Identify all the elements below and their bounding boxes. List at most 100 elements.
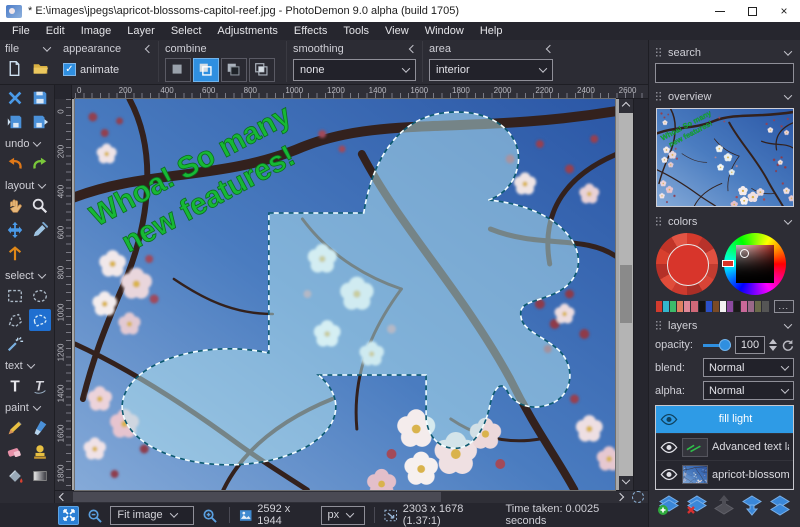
open-image-button[interactable] <box>28 57 52 79</box>
vscroll-thumb[interactable] <box>620 265 632 323</box>
text-group-header[interactable]: text <box>5 357 54 374</box>
drag-handle-icon[interactable] <box>655 47 662 58</box>
drag-handle-icon[interactable] <box>655 91 662 102</box>
fill-tool-button[interactable] <box>4 465 26 487</box>
delete-layer-button[interactable] <box>684 494 710 522</box>
combine-add-button[interactable] <box>193 58 219 82</box>
color-history-wheel[interactable] <box>656 233 718 295</box>
blend-dropdown[interactable]: Normal <box>703 358 794 377</box>
canvas-navigator-icon[interactable] <box>632 491 644 503</box>
area-dropdown[interactable]: interior <box>429 59 553 81</box>
panel-splitter[interactable] <box>633 99 648 490</box>
select-rectangle-button[interactable] <box>4 285 26 307</box>
color-swatch-9[interactable] <box>720 301 726 312</box>
opacity-stepper[interactable] <box>769 339 777 351</box>
menu-layer[interactable]: Layer <box>119 23 163 39</box>
scroll-down-icon[interactable] <box>619 476 633 490</box>
measure-tool-button[interactable] <box>4 243 26 265</box>
smoothing-dropdown[interactable]: none <box>293 59 416 81</box>
move-layer-down-button[interactable] <box>739 494 765 522</box>
color-swatch-2[interactable] <box>670 301 676 312</box>
layer-visibility-icon[interactable] <box>660 468 678 481</box>
select-ellipse-button[interactable] <box>29 285 51 307</box>
save-button[interactable] <box>29 87 51 109</box>
zoom-dropdown[interactable]: Fit image <box>110 506 193 525</box>
color-swatch-4[interactable] <box>684 301 690 312</box>
combine-intersect-button[interactable] <box>249 58 275 82</box>
merge-layers-button[interactable] <box>767 494 793 522</box>
select-polygon-button[interactable] <box>4 309 26 331</box>
new-image-button[interactable] <box>2 57 26 79</box>
menu-adjustments[interactable]: Adjustments <box>209 23 286 39</box>
horizontal-scrollbar[interactable] <box>55 490 648 503</box>
color-swatch-15[interactable] <box>762 301 768 312</box>
color-swatch-12[interactable] <box>741 301 747 312</box>
layout-group-header[interactable]: layout <box>5 177 54 194</box>
color-swatch-14[interactable] <box>755 301 761 312</box>
animate-checkbox[interactable]: ✓ <box>63 63 76 76</box>
undo-button[interactable] <box>4 153 26 175</box>
menu-window[interactable]: Window <box>417 23 472 39</box>
layer-visibility-icon[interactable] <box>660 413 678 426</box>
menu-effects[interactable]: Effects <box>286 23 335 39</box>
scroll-right-icon[interactable] <box>612 491 628 503</box>
move-layer-up-button[interactable] <box>711 494 737 522</box>
brush-tool-button[interactable] <box>29 417 51 439</box>
scroll-left-icon[interactable] <box>55 491 71 503</box>
zoom-tool-button[interactable] <box>29 195 51 217</box>
zoom-in-button[interactable] <box>199 506 220 525</box>
hue-marker-icon[interactable] <box>722 260 734 267</box>
chevron-down-icon[interactable] <box>784 91 792 99</box>
colors-panel-header[interactable]: colors <box>655 213 794 230</box>
menu-help[interactable]: Help <box>472 23 511 39</box>
color-picker-wheel[interactable] <box>724 233 786 295</box>
close-button[interactable]: × <box>768 0 800 22</box>
text-advanced-button[interactable]: T <box>29 375 51 397</box>
layer-row-1[interactable]: Advanced text lay... <box>656 434 793 462</box>
redo-button[interactable] <box>29 153 51 175</box>
fit-canvas-button[interactable] <box>58 506 79 525</box>
chevron-down-icon[interactable] <box>784 320 792 328</box>
layer-row-2[interactable]: apricot-blossoms... <box>656 461 793 489</box>
canvas-image[interactable] <box>75 99 615 490</box>
gradient-tool-button[interactable] <box>29 465 51 487</box>
unit-dropdown[interactable]: px <box>321 506 366 525</box>
add-layer-button[interactable] <box>656 494 682 522</box>
close-image-button[interactable] <box>4 87 26 109</box>
chevron-down-icon[interactable] <box>784 47 792 55</box>
chevron-down-icon[interactable] <box>784 216 792 224</box>
drag-handle-icon[interactable] <box>655 320 662 331</box>
select-group-header[interactable]: select <box>5 267 54 284</box>
hscroll-thumb[interactable] <box>73 492 441 502</box>
color-swatch-3[interactable] <box>677 301 683 312</box>
undo-group-header[interactable]: undo <box>5 135 54 152</box>
menu-select[interactable]: Select <box>163 23 210 39</box>
pan-tool-button[interactable] <box>4 195 26 217</box>
menu-tools[interactable]: Tools <box>335 23 377 39</box>
text-basic-button[interactable]: T <box>4 375 26 397</box>
select-lasso-button[interactable] <box>29 309 51 331</box>
layer-row-0[interactable]: fill light <box>656 406 793 434</box>
sv-marker-icon[interactable] <box>740 249 749 258</box>
more-swatches-button[interactable]: ... <box>774 300 795 313</box>
color-swatch-11[interactable] <box>734 301 740 312</box>
layers-panel-header[interactable]: layers <box>655 317 794 334</box>
overview-thumbnail[interactable] <box>656 108 794 207</box>
overview-panel-header[interactable]: overview <box>655 88 794 105</box>
chevron-down-icon[interactable] <box>43 43 51 51</box>
pencil-tool-button[interactable] <box>4 417 26 439</box>
zoom-out-button[interactable] <box>84 506 105 525</box>
opacity-slider[interactable] <box>703 338 731 352</box>
collapse-left-icon[interactable] <box>145 45 153 53</box>
collapse-left-icon[interactable] <box>409 45 417 53</box>
color-swatch-10[interactable] <box>727 301 733 312</box>
paint-group-header[interactable]: paint <box>5 399 54 416</box>
collapse-left-icon[interactable] <box>546 45 554 53</box>
menu-image[interactable]: Image <box>73 23 120 39</box>
alpha-dropdown[interactable]: Normal <box>703 381 794 400</box>
combine-replace-button[interactable] <box>165 58 191 82</box>
color-swatch-8[interactable] <box>713 301 719 312</box>
color-swatch-6[interactable] <box>699 301 705 312</box>
maximize-button[interactable] <box>736 0 768 22</box>
color-picker-button[interactable] <box>29 219 51 241</box>
